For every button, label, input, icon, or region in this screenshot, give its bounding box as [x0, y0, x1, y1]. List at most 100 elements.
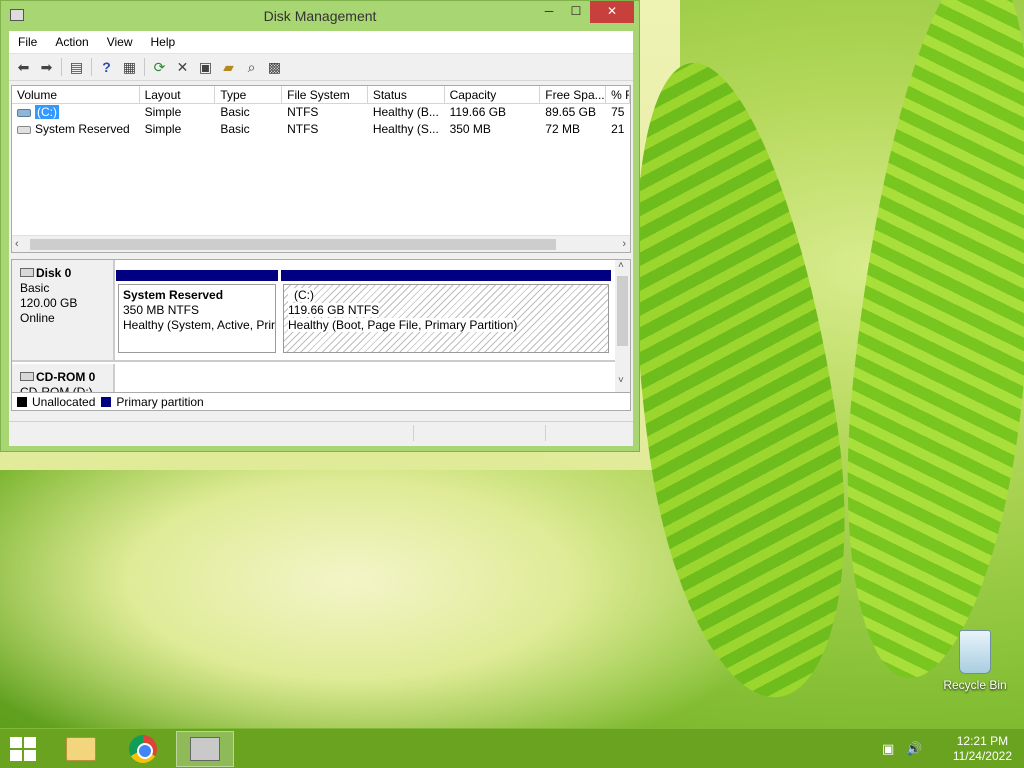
menu-action[interactable]: Action	[46, 35, 97, 49]
clock-date: 11/24/2022	[952, 749, 1012, 763]
partition-size: 350 MB NTFS	[123, 303, 200, 317]
cdrom-0-row[interactable]: CD-ROM 0 CD-ROM (D:)	[12, 364, 616, 393]
col-volume[interactable]: Volume	[12, 86, 140, 103]
cell-free: 72 MB	[545, 122, 580, 136]
disk-0-state: Online	[20, 311, 55, 325]
partition-system-reserved[interactable]: System Reserved 350 MB NTFS Healthy (Sys…	[116, 270, 278, 356]
search-icon[interactable]: ⌕	[240, 57, 263, 77]
vertical-scrollbar[interactable]: ˄ ˅	[615, 260, 630, 392]
disk-0-type: Basic	[20, 281, 50, 295]
toolbar: ⬅ ➡ ▤ ? ▦ ⟳ ✕ ▣ ▰ ⌕ ▩	[9, 54, 633, 81]
volume-name: System Reserved	[35, 122, 130, 136]
col-file-system[interactable]: File System	[282, 86, 368, 103]
recycle-bin[interactable]: Recycle Bin	[940, 630, 1010, 692]
help-icon[interactable]: ?	[95, 57, 118, 77]
taskbar-file-explorer[interactable]	[52, 731, 110, 767]
disk-0-name: Disk 0	[36, 266, 72, 280]
delete-icon[interactable]: ✕	[171, 57, 194, 77]
cell-pct: 75	[611, 105, 625, 119]
taskbar-disk-management[interactable]	[176, 731, 234, 767]
disk-icon	[20, 268, 34, 277]
forward-icon[interactable]: ➡	[35, 57, 58, 77]
clock[interactable]: 12:21 PM 11/24/2022	[953, 734, 1012, 764]
disk-0-row[interactable]: Disk 0 Basic 120.00 GB Online System Res…	[12, 260, 616, 362]
network-icon[interactable]: ▣	[882, 741, 894, 757]
partition-name: System Reserved	[123, 288, 224, 302]
minimize-button[interactable]: ─	[535, 1, 563, 23]
menu-bar: File Action View Help	[9, 31, 633, 54]
cell-type: Basic	[220, 105, 250, 119]
col-capacity[interactable]: Capacity	[445, 86, 541, 103]
cdrom-icon	[20, 372, 34, 381]
partition-status: Healthy (System, Active, Prir	[123, 318, 276, 332]
close-button[interactable]: ✕	[590, 1, 634, 23]
status-bar	[9, 421, 633, 443]
col-percent-free[interactable]: % F	[606, 86, 630, 103]
unallocated-swatch	[17, 396, 27, 407]
col-type[interactable]: Type	[215, 86, 283, 103]
client-area: File Action View Help ⬅ ➡ ▤ ? ▦ ⟳ ✕ ▣ ▰ …	[9, 31, 633, 446]
cell-status: Healthy (B...	[372, 105, 439, 119]
legend-unallocated: Unallocated	[32, 394, 96, 409]
disk-management-icon	[190, 737, 220, 761]
primary-swatch	[101, 396, 112, 407]
back-icon[interactable]: ⬅	[12, 57, 35, 77]
folder-icon	[66, 737, 96, 761]
partition-status: Healthy (Boot, Page File, Primary Partit…	[288, 318, 518, 332]
cell-fs: NTFS	[287, 122, 319, 136]
legend: Unallocated Primary partition	[11, 393, 631, 411]
legend-primary: Primary partition	[116, 394, 204, 409]
disk-0-size: 120.00 GB	[20, 296, 78, 310]
menu-help[interactable]: Help	[142, 35, 185, 49]
volume-icon	[17, 125, 31, 134]
cdrom-0-name: CD-ROM 0	[36, 370, 96, 384]
col-layout[interactable]: Layout	[140, 86, 216, 103]
disk-graphical-view[interactable]: Disk 0 Basic 120.00 GB Online System Res…	[11, 259, 631, 393]
partition-c[interactable]: (C:) 119.66 GB NTFS Healthy (Boot, Page …	[281, 270, 611, 356]
title-bar[interactable]: Disk Management ─ ☐ ✕	[1, 1, 639, 31]
scroll-thumb[interactable]	[617, 276, 628, 346]
recycle-bin-label: Recycle Bin	[943, 678, 1007, 692]
show-hide-console-tree-icon[interactable]: ▤	[65, 57, 88, 77]
cell-status: Healthy (S...	[372, 122, 439, 136]
scroll-thumb[interactable]	[30, 239, 556, 250]
cell-type: Basic	[220, 122, 250, 136]
volume-icon[interactable]: 🔊	[906, 741, 922, 757]
table-row[interactable]: System Reserved Simple Basic NTFS Health…	[12, 121, 630, 138]
volume-name: (C:)	[35, 105, 59, 119]
cdrom-0-label[interactable]: CD-ROM 0 CD-ROM (D:)	[12, 364, 115, 393]
system-tray: ▣ 🔊 12:21 PM 11/24/2022	[882, 729, 1024, 768]
disk-settings-icon[interactable]: ▩	[263, 57, 286, 77]
volume-icon	[17, 108, 31, 117]
menu-file[interactable]: File	[9, 35, 46, 49]
open-icon[interactable]: ▰	[217, 57, 240, 77]
recycle-bin-icon[interactable]	[959, 630, 991, 674]
table-row[interactable]: (C:) Simple Basic NTFS Healthy (B... 119…	[12, 104, 630, 121]
cdrom-0-drive: CD-ROM (D:)	[20, 385, 93, 393]
scroll-left-icon[interactable]: ‹	[15, 236, 19, 252]
taskbar-chrome[interactable]	[114, 731, 172, 767]
scroll-down-icon[interactable]: ˅	[618, 375, 624, 386]
cell-capacity: 350 MB	[449, 122, 491, 136]
col-free-space[interactable]: Free Spa...	[540, 86, 607, 103]
scroll-up-icon[interactable]: ˄	[618, 260, 624, 271]
maximize-button[interactable]: ☐	[562, 1, 590, 23]
menu-view[interactable]: View	[98, 35, 142, 49]
disk-0-label[interactable]: Disk 0 Basic 120.00 GB Online	[12, 260, 115, 360]
properties-icon[interactable]: ▣	[194, 57, 217, 77]
refresh-icon[interactable]: ⟳	[148, 57, 171, 77]
scroll-right-icon[interactable]: ›	[622, 236, 626, 252]
cell-free: 89.65 GB	[545, 105, 596, 119]
volume-list[interactable]: Volume Layout Type File System Status Ca…	[11, 85, 631, 253]
cell-layout: Simple	[144, 122, 182, 136]
cell-capacity: 119.66 GB	[449, 105, 507, 119]
clock-time: 12:21 PM	[956, 734, 1009, 748]
properties-pane-icon[interactable]: ▦	[118, 57, 141, 77]
leaf-right	[822, 0, 1024, 687]
taskbar: ▣ 🔊 12:21 PM 11/24/2022	[0, 728, 1024, 768]
start-button[interactable]	[10, 737, 38, 761]
horizontal-scrollbar[interactable]: ‹ ›	[12, 235, 630, 252]
col-status[interactable]: Status	[368, 86, 445, 103]
list-header: Volume Layout Type File System Status Ca…	[12, 86, 630, 104]
chrome-icon	[129, 735, 157, 763]
